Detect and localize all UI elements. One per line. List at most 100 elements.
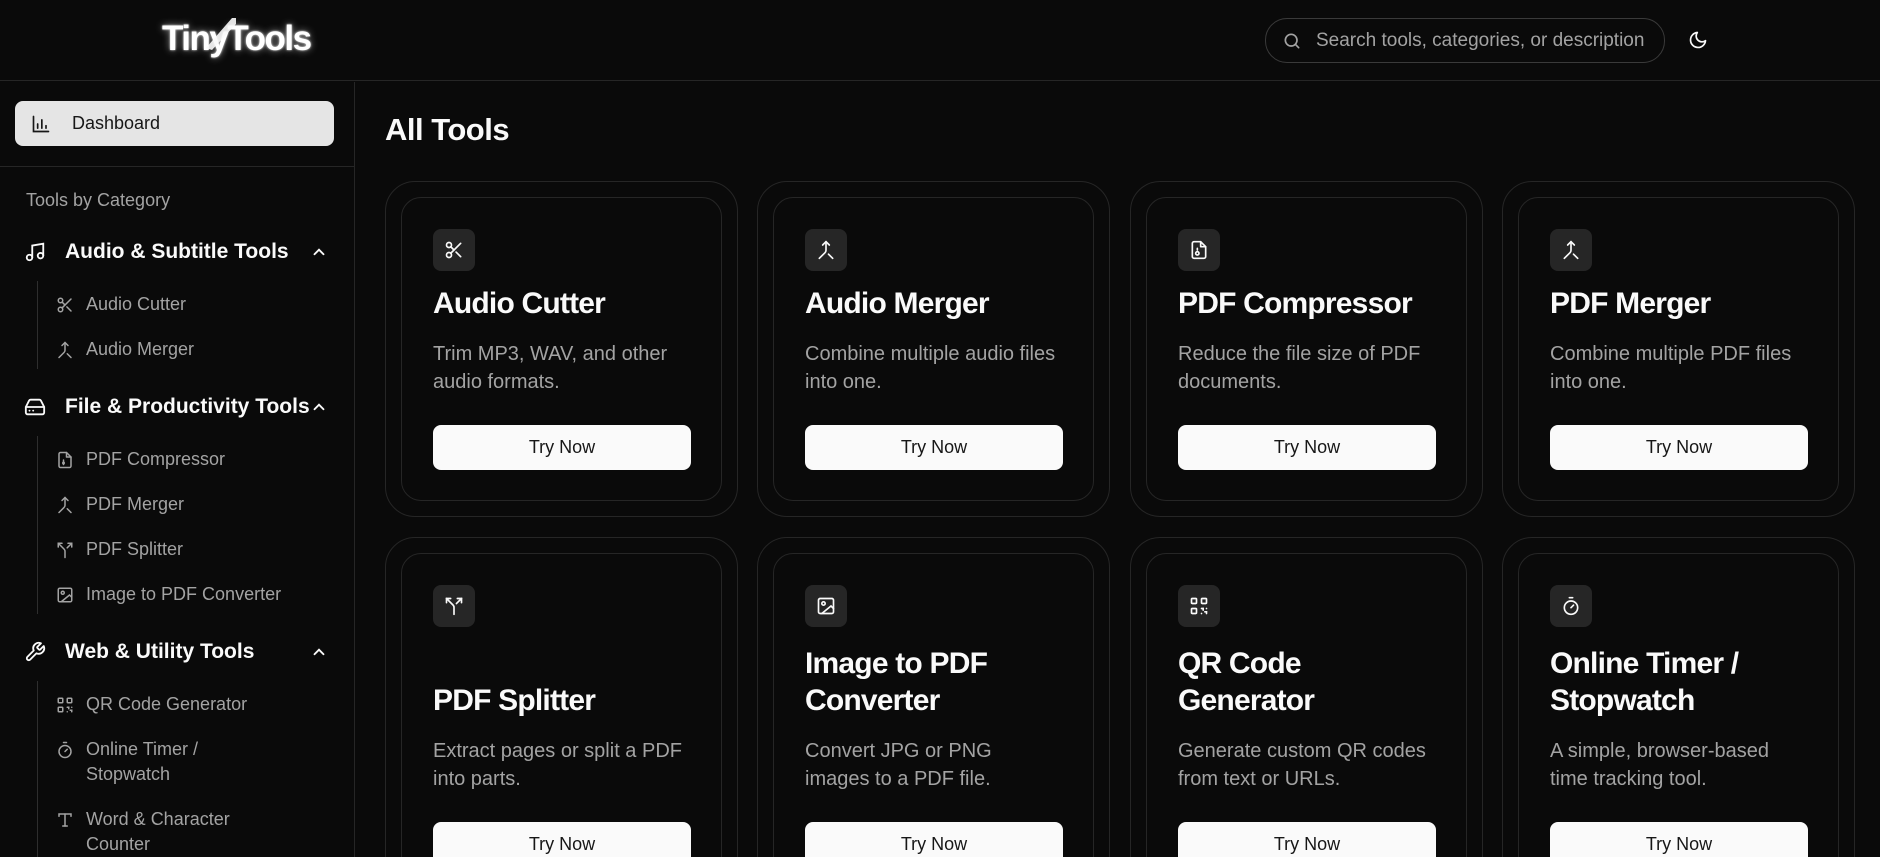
tree-line — [37, 681, 38, 857]
category-audio-subtitle[interactable]: Audio & Subtitle Tools — [24, 237, 325, 267]
timer-icon — [1550, 585, 1592, 627]
sidebar-group-label: Tools by Category — [26, 190, 171, 210]
try-now-button[interactable]: Try Now — [433, 425, 691, 470]
search-input[interactable] — [1316, 29, 1646, 52]
tool-card-inner[interactable]: QR Code Generator Generate custom QR cod… — [1146, 553, 1467, 857]
sidebar: Dashboard Tools by Category Audio & Subt… — [0, 82, 355, 857]
sidebar-item-pdf-compressor[interactable]: PDF Compressor — [56, 447, 296, 472]
try-now-button[interactable]: Try Now — [805, 425, 1063, 470]
category-file-productivity[interactable]: File & Productivity Tools — [24, 392, 325, 422]
merge-icon — [58, 496, 72, 514]
tool-card-inner[interactable]: PDF Merger Combine multiple PDF files in… — [1518, 197, 1839, 501]
card-title: PDF Splitter — [433, 684, 596, 717]
sidebar-item-label: PDF Merger — [86, 494, 185, 514]
search-bar[interactable] — [1265, 18, 1665, 63]
chevron-up-icon[interactable] — [310, 643, 328, 661]
card-description: Convert JPG or PNG images to a PDF file. — [805, 740, 992, 790]
try-now-button[interactable]: Try Now — [1178, 822, 1436, 857]
tool-card-inner[interactable]: Online Timer / Stopwatch A simple, brows… — [1518, 553, 1839, 857]
split-icon — [57, 542, 73, 559]
sidebar-item-image-to-pdf[interactable]: Image to PDF Converter — [56, 582, 296, 607]
music-icon — [25, 242, 45, 262]
sidebar-item-pdf-splitter[interactable]: PDF Splitter — [56, 537, 296, 562]
tool-card-inner[interactable]: Image to PDF Converter Convert JPG or PN… — [773, 553, 1094, 857]
theme-toggle-button[interactable] — [1684, 26, 1712, 54]
card-title: QR Code Generator — [1178, 647, 1315, 717]
try-now-button[interactable]: Try Now — [805, 822, 1063, 857]
timer-icon — [58, 741, 72, 759]
sidebar-item-label: Word & Character Counter — [86, 809, 230, 854]
tool-card-qr-code: QR Code Generator Generate custom QR cod… — [1130, 537, 1483, 857]
sidebar-item-label: Audio Cutter — [86, 294, 187, 314]
category-label: Audio & Subtitle Tools — [65, 240, 289, 263]
type-icon — [58, 813, 72, 827]
tree-line — [37, 281, 38, 369]
image-icon — [57, 587, 73, 603]
card-title: Image to PDF Converter — [805, 647, 988, 717]
tool-card-inner[interactable]: Audio Merger Combine multiple audio file… — [773, 197, 1094, 501]
file-archive-icon — [58, 451, 72, 469]
chevron-up-icon[interactable] — [310, 243, 328, 261]
bar-chart-icon — [32, 115, 50, 132]
top-header: Tiny Tools — [0, 0, 1880, 81]
scissors-icon — [57, 297, 72, 313]
card-description: Combine multiple PDF files into one. — [1550, 343, 1792, 393]
card-title: Online Timer / Stopwatch — [1550, 647, 1739, 717]
try-now-button[interactable]: Try Now — [433, 822, 691, 857]
qr-code-icon — [1178, 585, 1220, 627]
merge-icon — [805, 229, 847, 271]
dashboard-label: Dashboard — [72, 113, 161, 133]
tool-card-pdf-merger: PDF Merger Combine multiple PDF files in… — [1502, 181, 1855, 517]
card-title: PDF Compressor — [1178, 287, 1413, 320]
tool-card-image-to-pdf: Image to PDF Converter Convert JPG or PN… — [757, 537, 1110, 857]
card-description: A simple, browser-based time tracking to… — [1550, 740, 1769, 790]
page-title: All Tools — [385, 112, 510, 147]
chevron-up-icon[interactable] — [310, 398, 328, 416]
card-title: PDF Merger — [1550, 287, 1711, 320]
try-now-button[interactable]: Try Now — [1550, 822, 1808, 857]
image-icon — [805, 585, 847, 627]
card-title: Audio Merger — [805, 287, 990, 320]
category-web-utility[interactable]: Web & Utility Tools — [24, 637, 325, 667]
sidebar-item-audio-merger[interactable]: Audio Merger — [56, 337, 296, 362]
logo-slash-icon — [206, 18, 236, 50]
sidebar-item-label: QR Code Generator — [86, 694, 248, 714]
sidebar-item-timer[interactable]: Online Timer / Stopwatch — [56, 737, 206, 787]
category-label: Web & Utility Tools — [65, 640, 255, 663]
sidebar-item-word-counter[interactable]: Word & Character Counter — [56, 807, 236, 857]
sidebar-item-pdf-merger[interactable]: PDF Merger — [56, 492, 296, 517]
category-label: File & Productivity Tools — [65, 395, 310, 418]
tool-card-audio-cutter: Audio Cutter Trim MP3, WAV, and other au… — [385, 181, 738, 517]
merge-icon — [58, 341, 72, 359]
sidebar-item-label: PDF Splitter — [86, 539, 184, 559]
tool-card-inner[interactable]: PDF Splitter Extract pages or split a PD… — [401, 553, 722, 857]
card-title: Audio Cutter — [433, 287, 606, 320]
moon-icon — [1689, 31, 1707, 49]
tool-card-inner[interactable]: Audio Cutter Trim MP3, WAV, and other au… — [401, 197, 722, 501]
card-description: Trim MP3, WAV, and other audio formats. — [433, 343, 668, 393]
wrench-icon — [25, 641, 46, 662]
sidebar-item-dashboard[interactable]: Dashboard — [15, 101, 334, 146]
search-icon — [1284, 33, 1300, 49]
tool-card-timer: Online Timer / Stopwatch A simple, brows… — [1502, 537, 1855, 857]
sidebar-item-audio-cutter[interactable]: Audio Cutter — [56, 292, 296, 317]
tree-line — [37, 436, 38, 614]
sidebar-divider — [0, 166, 355, 167]
card-description: Combine multiple audio files into one. — [805, 343, 1056, 393]
sidebar-item-qr-code[interactable]: QR Code Generator — [56, 692, 296, 717]
sidebar-item-label: PDF Compressor — [86, 449, 226, 469]
try-now-button[interactable]: Try Now — [1178, 425, 1436, 470]
scissors-icon — [433, 229, 475, 271]
tool-card-pdf-compressor: PDF Compressor Reduce the file size of P… — [1130, 181, 1483, 517]
merge-icon — [1550, 229, 1592, 271]
split-icon — [433, 585, 475, 627]
tool-card-audio-merger: Audio Merger Combine multiple audio file… — [757, 181, 1110, 517]
try-now-button[interactable]: Try Now — [1550, 425, 1808, 470]
tool-card-inner[interactable]: PDF Compressor Reduce the file size of P… — [1146, 197, 1467, 501]
sidebar-item-label: Audio Merger — [86, 339, 195, 359]
sidebar-item-label: Image to PDF Converter — [86, 584, 282, 604]
file-archive-icon — [1178, 229, 1220, 271]
card-description: Extract pages or split a PDF into parts. — [433, 740, 682, 790]
tool-card-pdf-splitter: PDF Splitter Extract pages or split a PD… — [385, 537, 738, 857]
card-description: Generate custom QR codes from text or UR… — [1178, 740, 1426, 790]
